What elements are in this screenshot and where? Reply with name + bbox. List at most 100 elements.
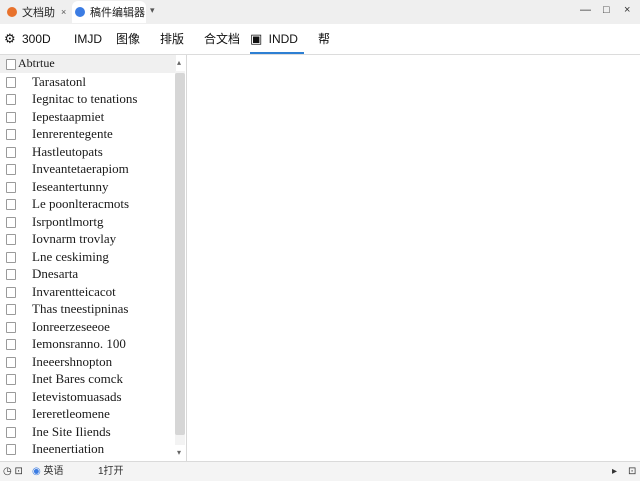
list-item-label: Inveantetaerapiom <box>32 161 129 176</box>
mode-label: 1打开 <box>98 466 124 477</box>
document-icon <box>6 181 16 193</box>
list-item[interactable]: Iemonsranno. 100 <box>0 335 176 353</box>
sidebar-header-label: Abtrtue <box>18 56 55 70</box>
toolbar-item-help[interactable]: 帮 <box>318 24 330 54</box>
document-icon <box>6 234 16 245</box>
close-icon[interactable]: × <box>624 4 630 16</box>
document-icon <box>6 444 16 455</box>
camera-icon: ▣ <box>250 31 263 46</box>
list-item[interactable]: Ienrerentegente <box>0 125 176 143</box>
globe-icon: ◉ <box>32 466 41 477</box>
list-item[interactable]: Ineeershnopton <box>0 353 176 371</box>
list-item-label: Iemonsranno. 100 <box>32 336 126 351</box>
toolbar-item-image[interactable]: 图像 <box>116 24 140 54</box>
list-item-label: Tarasatonl <box>32 73 86 89</box>
sidebar-list: Abtrtue Tarasatonl Iegnitac to tenations I… <box>0 55 176 458</box>
sidebar: Abtrtue Tarasatonl Iegnitac to tenations I… <box>0 55 187 461</box>
document-icon <box>6 286 16 298</box>
list-item[interactable]: Iereretleomene <box>0 405 176 423</box>
maximize-icon[interactable]: □ <box>603 4 610 16</box>
list-item[interactable]: Ieseantertunny <box>0 178 176 196</box>
scrollbar-thumb[interactable] <box>175 73 185 435</box>
tab-close-icon[interactable]: × <box>61 7 66 17</box>
list-item[interactable]: Le poonlteracmots <box>0 195 176 213</box>
sidebar-header[interactable]: Abtrtue <box>0 55 176 73</box>
list-item[interactable]: Inet Bares comck <box>0 370 176 388</box>
toolbar-item-300d[interactable]: ⚙ 300D <box>4 24 51 54</box>
toolbar-label: INDD <box>268 32 298 46</box>
tab-dropdown-icon[interactable]: ▾ <box>150 5 155 16</box>
toolbar-item-imjd[interactable]: IMJD <box>74 24 102 54</box>
document-icon <box>6 391 16 403</box>
list-item[interactable]: Iovnarm trovlay <box>0 230 176 248</box>
tab-label: 文档助 <box>22 7 55 19</box>
toolbar-item-merge[interactable]: 合文档 <box>204 24 240 54</box>
list-item-label: Ieseantertunny <box>32 178 109 194</box>
clock-icon: ◷ ⊡ <box>3 466 23 477</box>
list-item[interactable]: Isrpontlmortg <box>0 213 176 231</box>
document-icon <box>6 409 16 420</box>
toolbar-item-layout[interactable]: 排版 <box>160 24 184 54</box>
minimize-icon[interactable]: — <box>580 4 591 16</box>
toolbar-label: IMJD <box>74 32 102 46</box>
document-icon <box>6 76 16 88</box>
list-item[interactable]: Lne ceskiming <box>0 248 176 266</box>
document-icon <box>6 426 16 438</box>
list-item[interactable]: Dnesarta <box>0 265 176 283</box>
document-icon <box>6 321 16 333</box>
toolbar-item-indd[interactable]: ▣ INDD <box>250 24 304 54</box>
list-item[interactable]: Ine Site Iliends <box>0 423 176 441</box>
list-item[interactable]: Iepestaapmiet <box>0 108 176 126</box>
list-item[interactable]: Iegnitac to tenations <box>0 90 176 108</box>
document-icon <box>6 129 16 140</box>
list-item[interactable]: Tarasatonl <box>0 73 176 91</box>
list-item[interactable]: Ineenertiation <box>0 440 176 458</box>
app-logo-icon <box>75 7 85 17</box>
list-item[interactable]: Thas tneestipninas <box>0 300 176 318</box>
gear-icon: ⚙ <box>4 31 16 46</box>
play-icon[interactable]: ▸ <box>612 462 617 481</box>
scroll-down-icon[interactable]: ▾ <box>177 448 181 457</box>
document-icon <box>6 199 16 210</box>
status-bar: ◷ ⊡ ◉ 英语 1打开 ▸ ⊡ <box>0 461 640 481</box>
list-item-label: Ineeershnopton <box>32 353 113 369</box>
tab-document-assistant[interactable]: 文档助 × <box>4 1 68 23</box>
document-icon <box>6 374 16 385</box>
list-item[interactable]: Ionreerzeseeoe <box>0 318 176 336</box>
zoom-icon[interactable]: ⊡ <box>628 462 636 481</box>
mode-indicator[interactable]: 1打开 <box>98 462 124 481</box>
list-item-label: Lne ceskiming <box>32 248 109 264</box>
toolbar-label: 图像 <box>116 32 141 46</box>
document-icon <box>6 339 16 350</box>
document-icon <box>6 111 16 123</box>
toolbar-label: 帮 <box>318 32 331 46</box>
list-item[interactable]: Ietevistomuasads <box>0 388 176 406</box>
document-icon <box>6 94 16 105</box>
list-item[interactable]: Invarentteicacot <box>0 283 176 301</box>
list-item[interactable]: Hastleutopats <box>0 143 176 161</box>
language-label: 英语 <box>43 466 64 477</box>
language-indicator[interactable]: ◉ 英语 <box>32 462 64 481</box>
ribbon-toolbar: ⚙ 300D IMJD 图像 排版 合文档 ▣ INDD 帮 <box>0 24 640 55</box>
list-item-label: Iegnitac to tenations <box>32 91 138 106</box>
list-item[interactable]: Inveantetaerapiom <box>0 160 176 178</box>
tab-manuscript-editor[interactable]: 稿件编辑器 <box>72 1 146 23</box>
toolbar-label: 300D <box>22 32 51 46</box>
list-item-label: Iepestaapmiet <box>32 108 105 124</box>
list-item-label: Ienrerentegente <box>32 126 113 141</box>
tab-label: 稿件编辑器 <box>90 7 145 19</box>
document-canvas[interactable] <box>187 55 640 461</box>
document-icon <box>6 251 16 263</box>
list-item-label: Isrpontlmortg <box>32 213 104 229</box>
document-icon <box>6 304 16 315</box>
list-item-label: Le poonlteracmots <box>32 196 130 211</box>
title-bar: 文档助 × 稿件编辑器 ▾ — □ × <box>0 0 640 25</box>
list-item-label: Thas tneestipninas <box>32 301 129 316</box>
document-icon <box>6 356 16 368</box>
list-item-label: Ietevistomuasads <box>32 388 122 404</box>
app-logo-icon <box>7 7 17 17</box>
scroll-up-icon[interactable]: ▴ <box>177 58 181 67</box>
list-item-label: Iereretleomene <box>32 406 110 421</box>
document-icon <box>6 216 16 228</box>
list-item-label: Hastleutopats <box>32 143 103 159</box>
